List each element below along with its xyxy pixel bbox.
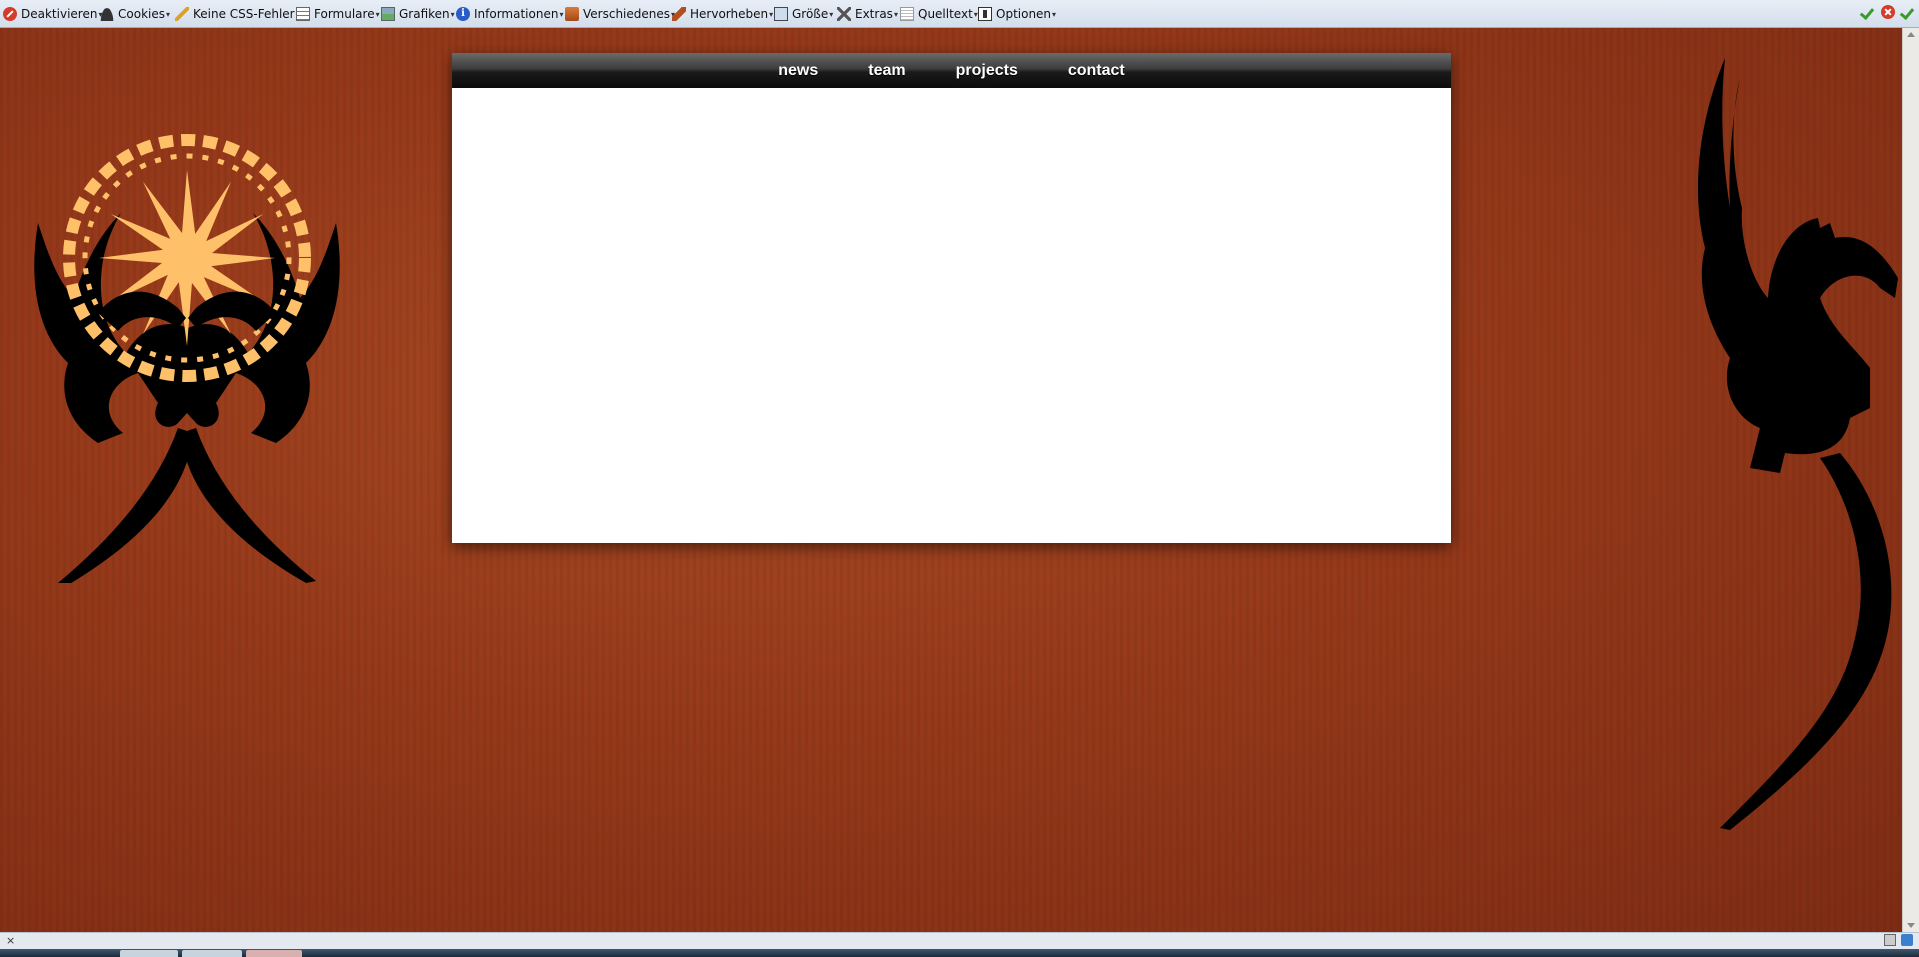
scroll-down-icon[interactable] bbox=[1907, 923, 1915, 928]
cookie-icon bbox=[100, 7, 114, 21]
dropdown-caret-icon: ▾ bbox=[375, 9, 380, 19]
info-icon: i bbox=[456, 7, 470, 21]
taskbar-button[interactable] bbox=[182, 950, 242, 957]
dropdown-caret-icon: ▾ bbox=[450, 9, 455, 19]
validation-status bbox=[1861, 5, 1915, 19]
sun-dragon-logo bbox=[34, 134, 340, 583]
toolbar-label: Grafiken bbox=[399, 7, 450, 21]
tools-icon bbox=[837, 7, 851, 21]
dropdown-caret-icon: ▾ bbox=[1052, 9, 1057, 19]
toolbar-item-source[interactable]: Quelltext ▾ bbox=[900, 4, 978, 24]
pencil-icon bbox=[175, 7, 189, 21]
toolbar-item-size[interactable]: Größe ▾ bbox=[774, 4, 833, 24]
highlight-icon bbox=[672, 7, 686, 21]
page-viewport: news team projects contact bbox=[0, 28, 1903, 932]
toolbar-label: Keine CSS-Fehler bbox=[193, 7, 295, 21]
taskbar-button[interactable] bbox=[246, 950, 302, 957]
toolbar-item-css-errors[interactable]: Keine CSS-Fehler▾ bbox=[175, 4, 300, 24]
dropdown-caret-icon: ▾ bbox=[829, 9, 834, 19]
status-bar: × bbox=[0, 932, 1919, 949]
nav-link-projects[interactable]: projects bbox=[931, 62, 1043, 80]
toolbar-label: Extras bbox=[855, 7, 893, 21]
toolbar-label: Formulare bbox=[314, 7, 375, 21]
taskbar-button[interactable] bbox=[120, 950, 178, 957]
source-icon bbox=[900, 7, 914, 21]
toolbar-item-images[interactable]: Grafiken ▾ bbox=[381, 4, 455, 24]
misc-icon bbox=[565, 7, 579, 21]
toolbar-label: Hervorheben bbox=[690, 7, 769, 21]
nav-link-team[interactable]: team bbox=[843, 62, 930, 80]
dropdown-caret-icon: ▾ bbox=[559, 9, 564, 19]
main-content-box: news team projects contact bbox=[452, 53, 1451, 543]
toolbar-item-highlight[interactable]: Hervorheben ▾ bbox=[672, 4, 773, 24]
toolbar-label: Größe bbox=[792, 7, 829, 21]
toolbar-item-options[interactable]: Optionen ▾ bbox=[978, 4, 1056, 24]
close-icon[interactable]: × bbox=[6, 934, 15, 947]
toolbar-label: Quelltext bbox=[918, 7, 973, 21]
disable-icon bbox=[3, 7, 17, 21]
nav-link-contact[interactable]: contact bbox=[1043, 62, 1150, 80]
toolbar-item-tools[interactable]: Extras ▾ bbox=[837, 4, 898, 24]
toolbar-item-disable[interactable]: Deaktivieren▾ bbox=[3, 4, 102, 24]
os-taskbar bbox=[0, 949, 1919, 957]
dragon-silhouette bbox=[1697, 58, 1898, 830]
toolbar-item-miscellaneous[interactable]: Verschiedenes▾ bbox=[565, 4, 675, 24]
dropdown-caret-icon: ▾ bbox=[769, 9, 774, 19]
size-icon bbox=[774, 7, 788, 21]
toolbar-item-forms[interactable]: Formulare ▾ bbox=[296, 4, 380, 24]
web-developer-icon[interactable] bbox=[1901, 934, 1913, 946]
nav-link-news[interactable]: news bbox=[753, 62, 843, 80]
web-developer-toolbar: Deaktivieren▾ Cookies▾ Keine CSS-Fehler▾… bbox=[0, 0, 1919, 28]
form-icon bbox=[296, 7, 310, 21]
toolbar-item-cookies[interactable]: Cookies ▾ bbox=[100, 4, 170, 24]
toolbar-label: Optionen bbox=[996, 7, 1052, 21]
save-icon[interactable] bbox=[1884, 934, 1896, 946]
main-navigation: news team projects contact bbox=[452, 53, 1451, 88]
status-icons bbox=[1884, 934, 1913, 946]
toolbar-item-information[interactable]: i Informationen ▾ bbox=[456, 4, 563, 24]
scroll-up-icon[interactable] bbox=[1907, 32, 1915, 37]
image-icon bbox=[381, 7, 395, 21]
options-icon bbox=[978, 7, 992, 21]
vertical-scrollbar[interactable] bbox=[1902, 28, 1919, 932]
toolbar-label: Deaktivieren bbox=[21, 7, 98, 21]
dropdown-caret-icon: ▾ bbox=[165, 9, 170, 19]
toolbar-label: Informationen bbox=[474, 7, 559, 21]
dropdown-caret-icon: ▾ bbox=[893, 9, 898, 19]
toolbar-label: Verschiedenes bbox=[583, 7, 671, 21]
error-icon[interactable] bbox=[1881, 5, 1895, 19]
toolbar-label: Cookies bbox=[118, 7, 165, 21]
check-icon[interactable] bbox=[1901, 5, 1915, 19]
check-icon[interactable] bbox=[1861, 5, 1875, 19]
